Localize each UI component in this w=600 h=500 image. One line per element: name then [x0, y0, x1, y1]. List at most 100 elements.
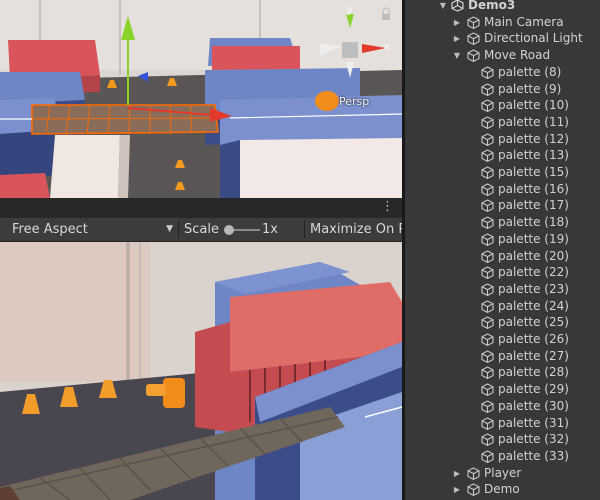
hierarchy-child-item[interactable]: palette (15): [405, 164, 600, 181]
hierarchy-item-label: palette (31): [498, 415, 569, 430]
gameobject-cube-icon: [467, 32, 480, 46]
hierarchy-item-label: palette (11): [498, 114, 569, 129]
aspect-dropdown-label: Free Aspect: [12, 222, 88, 237]
gameobject-cube-icon: [481, 233, 494, 246]
scale-slider[interactable]: [224, 225, 260, 235]
hierarchy-child-item[interactable]: palette (20): [405, 248, 600, 265]
hierarchy-item[interactable]: ▶ Main Camera: [405, 14, 600, 31]
gameobject-cube-icon: [481, 82, 494, 96]
panel-splitter[interactable]: ⋮: [0, 198, 402, 218]
gameobject-cube-icon: [467, 466, 480, 480]
hierarchy-item-label: palette (13): [498, 148, 569, 163]
gizmo-y-label: y: [346, 3, 354, 16]
hierarchy-item-label: palette (32): [498, 432, 569, 447]
hierarchy-item-label: palette (15): [498, 165, 569, 179]
hierarchy-child-item[interactable]: palette (23): [405, 281, 600, 298]
expand-arrow-icon[interactable]: ▶: [452, 481, 462, 498]
toolbar-separator: [304, 221, 305, 238]
gameobject-cube-icon: [481, 199, 494, 213]
persp-label[interactable]: Persp: [339, 95, 369, 108]
hierarchy-child-item[interactable]: palette (11): [405, 114, 600, 131]
hierarchy-item-label: palette (23): [498, 281, 569, 296]
maximize-on-play-button[interactable]: Maximize On Play: [310, 218, 402, 241]
hierarchy-item-label: palette (22): [498, 265, 569, 280]
gameobject-cube-icon: [481, 116, 494, 129]
hierarchy-child-item[interactable]: palette (10): [405, 97, 600, 114]
hierarchy-child-item[interactable]: palette (18): [405, 214, 600, 231]
gameobject-cube-icon: [481, 283, 494, 296]
gizmo-x-label: x: [383, 40, 391, 53]
hierarchy-item-label: palette (18): [498, 215, 569, 230]
hierarchy-child-item[interactable]: palette (30): [405, 398, 600, 415]
hierarchy-child-item[interactable]: palette (31): [405, 415, 600, 432]
gameobject-cube-icon: [481, 249, 494, 263]
hierarchy-child-item[interactable]: palette (9): [405, 81, 600, 98]
hierarchy-item-label: palette (25): [498, 315, 569, 330]
hierarchy-child-item[interactable]: palette (12): [405, 131, 600, 148]
hierarchy-child-item[interactable]: palette (8): [405, 64, 600, 81]
hierarchy-item[interactable]: ▶ Directional Light: [405, 30, 600, 47]
gameobject-cube-icon: [481, 400, 494, 413]
gameobject-cube-icon: [481, 433, 494, 447]
gameobject-cube-icon: [467, 49, 480, 63]
hierarchy-item-label: palette (8): [498, 64, 562, 79]
collapse-arrow-icon[interactable]: ▼: [452, 47, 462, 64]
game-view[interactable]: [0, 242, 402, 500]
hierarchy-item-label: palette (19): [498, 231, 569, 246]
more-options-icon[interactable]: ⋮: [381, 200, 394, 214]
gameobject-cube-icon: [481, 383, 494, 397]
toolbar-separator: [178, 221, 179, 238]
hierarchy-item-label: palette (16): [498, 181, 569, 196]
expand-arrow-icon[interactable]: ▶: [452, 30, 462, 47]
gameobject-cube-icon: [481, 450, 494, 463]
gameobject-cube-icon: [481, 183, 494, 196]
hierarchy-child-item[interactable]: palette (27): [405, 348, 600, 365]
hierarchy-item-label: Directional Light: [484, 31, 583, 46]
hierarchy-item-label: palette (12): [498, 131, 569, 146]
gameobject-cube-icon: [481, 216, 494, 230]
hierarchy-item[interactable]: ▶ Player: [405, 465, 600, 482]
hierarchy-scene-row[interactable]: ▼ Demo3: [405, 0, 600, 14]
gameobject-cube-icon: [481, 350, 494, 363]
hierarchy-child-item[interactable]: palette (28): [405, 364, 600, 381]
gameobject-cube-icon: [481, 149, 494, 163]
expand-arrow-icon[interactable]: ▶: [452, 14, 462, 31]
collapse-arrow-icon[interactable]: ▼: [438, 0, 448, 14]
hierarchy-item-label: Main Camera: [484, 14, 564, 29]
scale-slider-knob[interactable]: [224, 225, 234, 235]
game-illustration: [0, 242, 402, 500]
hierarchy-item-label: palette (29): [498, 382, 569, 397]
hierarchy-item-label: palette (9): [498, 81, 562, 96]
dropdown-arrow-icon: ▼: [166, 224, 173, 234]
expand-arrow-icon[interactable]: ▶: [452, 465, 462, 482]
hierarchy-child-item[interactable]: palette (19): [405, 231, 600, 248]
hierarchy-item-label: Demo3: [468, 0, 516, 12]
hierarchy-item-label: Player: [484, 465, 522, 480]
hierarchy-item-label: Demo: [484, 482, 520, 497]
hierarchy-child-item[interactable]: palette (24): [405, 298, 600, 315]
gameobject-cube-icon: [481, 266, 494, 280]
hierarchy-child-item[interactable]: palette (13): [405, 147, 600, 164]
hierarchy-item-label: palette (26): [498, 332, 569, 346]
hierarchy-item-move-road[interactable]: ▼ Move Road: [405, 47, 600, 64]
scale-label: Scale: [184, 222, 219, 237]
hierarchy-child-item[interactable]: palette (29): [405, 381, 600, 398]
hierarchy-child-item[interactable]: palette (25): [405, 314, 600, 331]
hierarchy-child-item[interactable]: palette (17): [405, 197, 600, 214]
unity-scene-icon: [451, 0, 464, 12]
hierarchy-item-label: palette (27): [498, 348, 569, 363]
gameobject-cube-icon: [481, 132, 494, 146]
hierarchy-item-label: palette (33): [498, 448, 569, 463]
hierarchy-item-label: palette (20): [498, 248, 569, 263]
aspect-dropdown[interactable]: Free Aspect ▼: [12, 218, 177, 241]
hierarchy-child-item[interactable]: palette (33): [405, 448, 600, 465]
hierarchy-child-item[interactable]: palette (32): [405, 431, 600, 448]
hierarchy-item-label: palette (10): [498, 98, 569, 113]
hierarchy-panel: ▼ Demo3 ▶ Main Camera ▶ Directional Light ▼ Mov…: [405, 0, 600, 500]
hierarchy-child-item[interactable]: palette (16): [405, 181, 600, 198]
hierarchy-item-label: palette (28): [498, 365, 569, 380]
hierarchy-item[interactable]: ▶ Demo: [405, 481, 600, 498]
scene-view[interactable]: Persp y x: [0, 0, 402, 198]
hierarchy-child-item[interactable]: palette (26): [405, 331, 600, 348]
hierarchy-child-item[interactable]: palette (22): [405, 264, 600, 281]
